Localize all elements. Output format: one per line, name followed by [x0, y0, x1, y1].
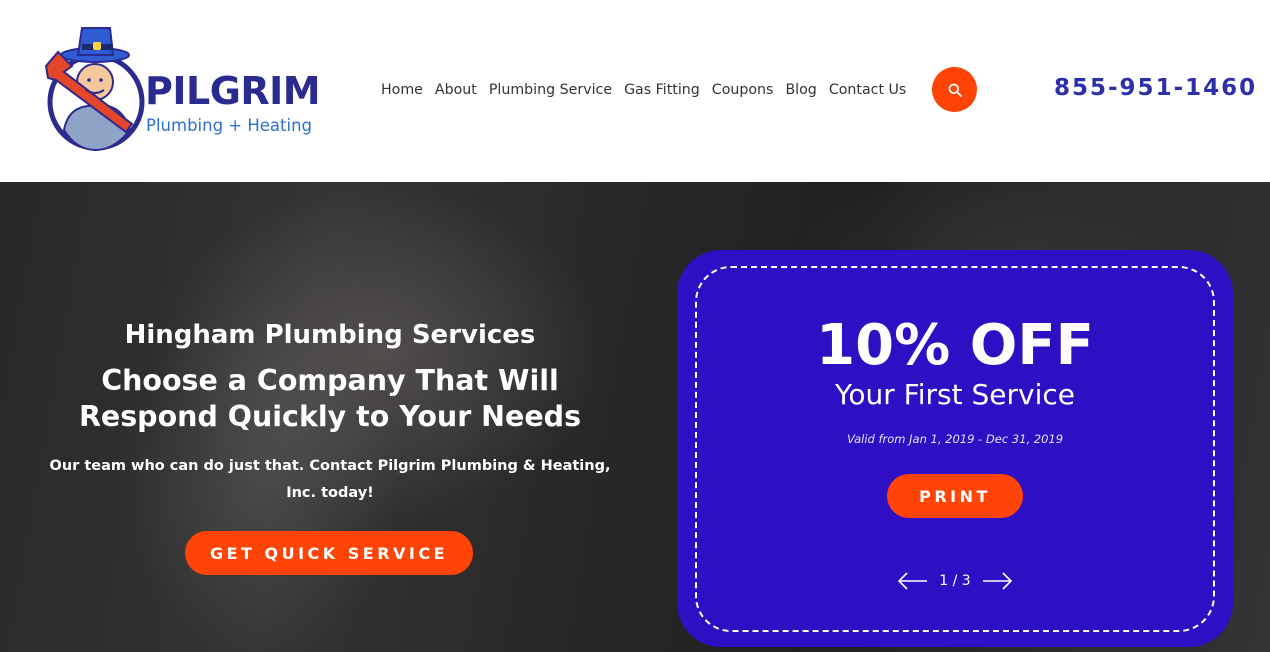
logo-tagline: Plumbing + Heating: [146, 116, 313, 135]
nav-home[interactable]: Home: [381, 80, 423, 100]
coupon-amount: 10% OFF: [816, 313, 1094, 378]
arrow-left-icon[interactable]: [897, 571, 929, 591]
main-nav: Home About Plumbing Service Gas Fitting …: [381, 80, 906, 100]
pager-count: 1 / 3: [939, 573, 971, 589]
coupon-subtitle: Your First Service: [835, 378, 1075, 411]
search-icon: [948, 83, 962, 97]
nav-gas-fitting[interactable]: Gas Fitting: [624, 80, 700, 100]
arrow-right-icon[interactable]: [981, 571, 1013, 591]
nav-blog[interactable]: Blog: [785, 80, 816, 100]
logo[interactable]: PILGRIM Plumbing + Heating: [38, 22, 321, 158]
coupon-validity: Valid from Jan 1, 2019 - Dec 31, 2019: [846, 432, 1064, 446]
nav-about[interactable]: About: [435, 80, 477, 100]
get-quick-service-button[interactable]: GET QUICK SERVICE: [185, 531, 473, 575]
plumber-mascot-icon: [44, 27, 145, 152]
hero-title: Choose a Company That Will Respond Quick…: [78, 364, 582, 434]
site-header: PILGRIM Plumbing + Heating Home About Pl…: [0, 0, 1270, 182]
search-button[interactable]: [932, 67, 977, 112]
nav-coupons[interactable]: Coupons: [712, 80, 774, 100]
hero-banner: Hingham Plumbing Services Choose a Compa…: [0, 182, 1270, 652]
phone-link[interactable]: 855-951-1460: [1054, 75, 1257, 101]
nav-contact-us[interactable]: Contact Us: [829, 80, 906, 100]
coupon-pager: 1 / 3: [897, 568, 1013, 594]
hero-description: Our team who can do just that. Contact P…: [49, 458, 611, 502]
hero-kicker: Hingham Plumbing Services: [124, 320, 536, 350]
coupon-card: 10% OFF Your First Service Valid from Ja…: [677, 250, 1233, 647]
nav-plumbing-service[interactable]: Plumbing Service: [489, 80, 612, 100]
print-button[interactable]: PRINT: [887, 474, 1023, 518]
logo-name: PILGRIM: [145, 69, 321, 113]
hero-text: Hingham Plumbing Services Choose a Compa…: [40, 320, 620, 507]
